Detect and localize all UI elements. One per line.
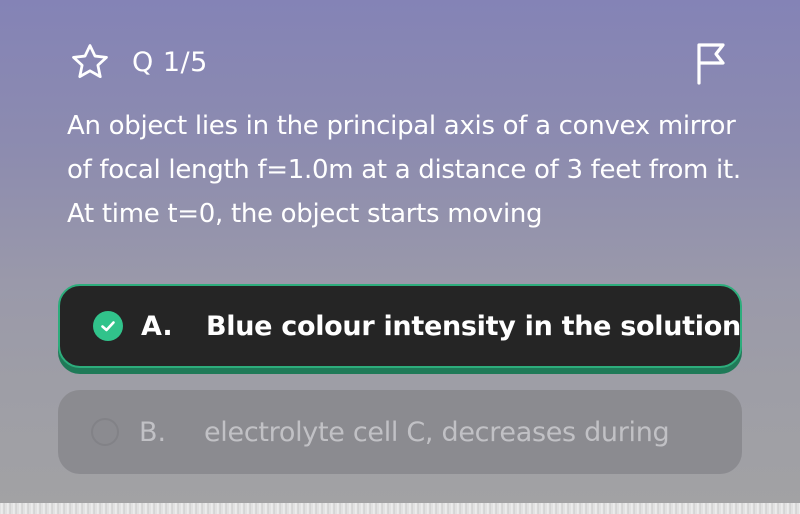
question-text: An object lies in the principal axis of … — [67, 111, 741, 229]
option-b-text: electrolyte cell C, decreases during — [204, 416, 670, 448]
radio-circle-icon — [91, 418, 119, 446]
question-counter: Q 1/5 — [132, 46, 208, 78]
option-a-text: Blue colour intensity in the solution — [206, 310, 741, 342]
star-outline-icon — [72, 44, 108, 79]
bottom-edge-strip — [0, 503, 800, 514]
checkmark-circle-icon — [93, 311, 123, 341]
option-a-letter: A. — [141, 310, 173, 342]
favorite-button[interactable] — [68, 40, 112, 84]
option-a[interactable]: A. Blue colour intensity in the solution — [58, 284, 742, 368]
option-b-letter: B. — [139, 416, 167, 448]
report-button[interactable] — [688, 38, 734, 86]
flag-outline-icon — [697, 43, 725, 85]
question-header: Q 1/5 — [68, 40, 208, 84]
option-b[interactable]: B. electrolyte cell C, decreases during — [58, 390, 742, 474]
quiz-screen: Q 1/5 An object lies in the principal ax… — [0, 0, 800, 514]
